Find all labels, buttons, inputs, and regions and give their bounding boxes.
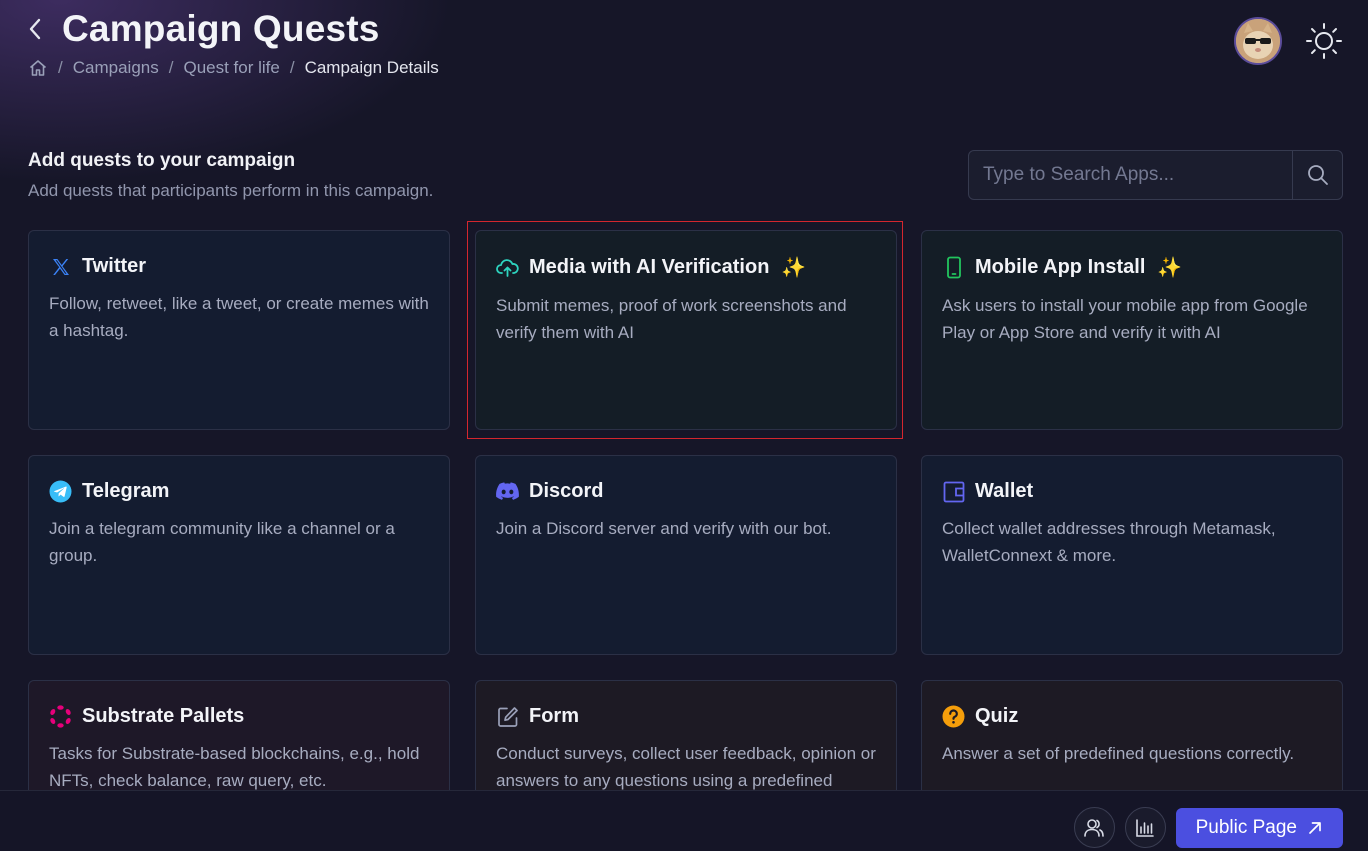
breadcrumb-quest[interactable]: Quest for life [183,58,279,78]
quest-title: Wallet [975,480,1034,502]
sun-icon [1306,23,1342,59]
chevron-left-icon [29,18,41,40]
quest-description: Conduct surveys, collect user feedback, … [496,744,876,790]
quest-title: Media with AI Verification [529,256,770,278]
participants-button[interactable] [1073,807,1115,848]
sparkle-icon: ✨ [781,257,807,279]
telegram-icon [49,480,72,503]
section-subtitle: Add quests that participants perform in … [28,181,434,200]
quest-card-quiz[interactable]: Quiz Answer a set of predefined question… [921,680,1343,790]
back-button[interactable] [28,9,50,49]
quest-description: Submit memes, proof of work screenshots … [496,296,847,342]
polkadot-icon [49,705,72,728]
quest-title: Mobile App Install [975,256,1146,278]
quest-title: Telegram [82,480,170,502]
search-box [968,150,1343,200]
quest-title: Discord [529,480,604,502]
discord-icon [496,480,519,503]
avatar[interactable] [1234,17,1282,65]
external-arrow-icon [1309,821,1321,834]
quest-description: Answer a set of predefined questions cor… [942,744,1295,763]
sparkle-icon: ✨ [1157,257,1183,279]
top-right-actions [1234,17,1344,65]
quest-description: Follow, retweet, like a tweet, or create… [49,294,429,340]
section-title: Add quests to your campaign [28,150,296,171]
quest-description: Collect wallet addresses through Metamas… [942,519,1276,565]
search-input[interactable] [969,151,1292,199]
breadcrumb-separator: / [289,58,295,77]
bar-chart-icon [1136,818,1154,837]
quest-title: Quiz [975,705,1019,727]
search-icon [1307,165,1328,185]
quest-title: Twitter [82,255,147,277]
search-button[interactable] [1292,151,1342,199]
breadcrumb-current: Campaign Details [304,58,439,77]
public-page-button[interactable]: Public Page [1175,807,1343,848]
quest-card-media-ai[interactable]: Media with AI Verification ✨ Submit meme… [475,230,897,430]
quest-card-discord[interactable]: Discord Join a Discord server and verify… [475,455,897,655]
quest-card-telegram[interactable]: Telegram Join a telegram community like … [28,455,450,655]
quest-description: Join a telegram community like a channel… [49,519,395,565]
cloud-upload-icon [496,256,519,279]
page-title: Campaign Quests [62,8,380,49]
question-circle-icon [942,705,965,728]
footer-actions: Public Page [1073,807,1343,848]
home-icon[interactable] [28,58,48,78]
x-logo-icon [49,255,72,278]
footer-bar: Public Page [0,790,1368,851]
quest-card-substrate[interactable]: Substrate Pallets Tasks for Substrate-ba… [28,680,450,790]
public-page-label: Public Page [1195,816,1297,838]
wallet-icon [942,480,965,503]
edit-form-icon [496,705,519,728]
theme-toggle-button[interactable] [1304,21,1344,61]
breadcrumb-separator: / [168,58,174,77]
analytics-button[interactable] [1124,807,1166,848]
users-icon [1084,818,1104,837]
page-header: Campaign Quests / Campaigns / Quest for … [28,8,439,78]
quest-grid: Twitter Follow, retweet, like a tweet, o… [28,230,1343,790]
title-row: Campaign Quests [28,8,439,50]
quest-card-twitter[interactable]: Twitter Follow, retweet, like a tweet, o… [28,230,450,430]
quest-description: Tasks for Substrate-based blockchains, e… [49,744,420,790]
quest-description: Join a Discord server and verify with ou… [496,519,832,538]
quest-card-wallet[interactable]: Wallet Collect wallet addresses through … [921,455,1343,655]
quest-title: Form [529,705,579,727]
breadcrumb: / Campaigns / Quest for life / Campaign … [28,58,439,78]
quest-card-mobile-app[interactable]: Mobile App Install ✨ Ask users to instal… [921,230,1343,430]
mobile-phone-icon [942,256,965,279]
quest-description: Ask users to install your mobile app fro… [942,296,1308,342]
quest-title: Substrate Pallets [82,705,245,727]
quest-card-form[interactable]: Form Conduct surveys, collect user feedb… [475,680,897,790]
breadcrumb-campaigns[interactable]: Campaigns [73,58,159,78]
breadcrumb-separator: / [58,58,63,77]
section-header: Add quests to your campaign Add quests t… [28,150,433,201]
